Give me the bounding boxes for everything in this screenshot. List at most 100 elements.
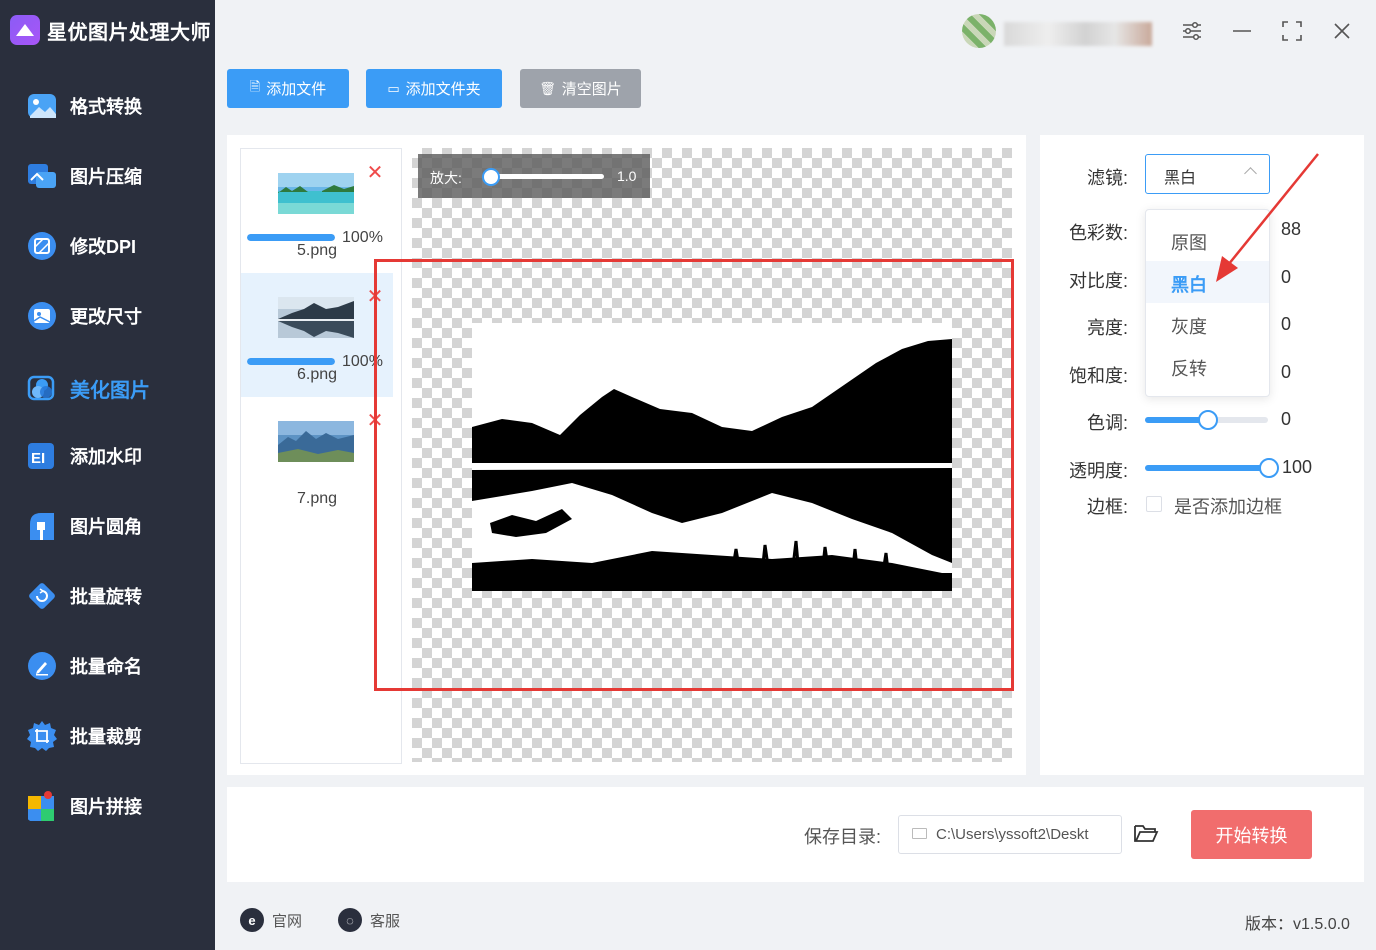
open-folder-icon[interactable]	[1133, 822, 1159, 844]
progress-bar	[247, 234, 335, 241]
nav-item-resize[interactable]: 更改尺寸	[0, 288, 215, 344]
start-convert-button[interactable]: 开始转换	[1191, 810, 1312, 859]
nav-item-compress[interactable]: 图片压缩	[0, 148, 215, 204]
border-checkbox-label: 是否添加边框	[1174, 493, 1282, 519]
settings-sliders-icon[interactable]	[1178, 17, 1206, 45]
image-convert-icon	[26, 90, 58, 122]
folder-icon: ▭	[387, 81, 399, 97]
save-directory-label: 保存目录:	[804, 823, 881, 849]
file-item[interactable]: ✕ 7.png	[241, 397, 393, 521]
ie-icon: e	[240, 908, 264, 932]
file-name: 6.png	[241, 366, 393, 384]
nav-label: 批量命名	[70, 653, 142, 679]
crop-icon	[26, 720, 58, 752]
rotate-icon	[26, 580, 58, 612]
zoom-label: 放大:	[430, 168, 462, 188]
file-thumbnail	[278, 297, 354, 338]
nav-item-format-convert[interactable]: 格式转换	[0, 78, 215, 134]
hue-slider-thumb[interactable]	[1198, 410, 1218, 430]
brightness-label: 亮度:	[1087, 314, 1128, 340]
file-item-selected[interactable]: ✕ 100% 6.png	[241, 273, 393, 397]
nav-item-rotate[interactable]: 批量旋转	[0, 568, 215, 624]
website-label: 官网	[272, 910, 302, 931]
app-title-text: 星优图片处理大师	[47, 16, 211, 45]
nav-label: 批量旋转	[70, 583, 142, 609]
zoom-slider-thumb[interactable]	[482, 168, 500, 186]
rename-icon	[26, 650, 58, 682]
resize-icon	[26, 300, 58, 332]
nav-label: 美化图片	[70, 374, 150, 403]
compress-icon	[26, 160, 58, 192]
border-checkbox[interactable]	[1146, 496, 1162, 512]
border-label: 边框:	[1087, 493, 1128, 519]
file-thumbnail	[278, 421, 354, 462]
chat-icon: ◌	[338, 908, 362, 932]
opacity-value: 100	[1282, 457, 1312, 478]
app-title: 星优图片处理大师	[10, 14, 211, 46]
nav-label: 图片圆角	[70, 513, 142, 539]
nav-label: 修改DPI	[70, 233, 136, 259]
opacity-slider-fill	[1145, 465, 1268, 471]
nav-label: 图片拼接	[70, 793, 142, 819]
color-count-label: 色彩数:	[1069, 219, 1128, 245]
svg-text:EI: EI	[31, 450, 45, 467]
nav-label: 批量裁剪	[70, 723, 142, 749]
clear-images-label: 清空图片	[562, 78, 622, 99]
maximize-icon[interactable]	[1278, 17, 1306, 45]
progress-fill	[247, 358, 335, 365]
nav-label: 更改尺寸	[70, 303, 142, 329]
round-corner-icon	[26, 510, 58, 542]
beautify-icon	[26, 372, 58, 404]
minimize-icon[interactable]	[1228, 17, 1256, 45]
filter-option-invert[interactable]: 反转	[1146, 345, 1269, 387]
progress-fill	[247, 234, 335, 241]
progress-bar	[247, 358, 335, 365]
add-folder-button[interactable]: ▭添加文件夹	[366, 69, 502, 108]
nav-item-dpi[interactable]: 修改DPI	[0, 218, 215, 274]
file-item[interactable]: ✕ 100% 5.png	[241, 149, 393, 273]
hue-value: 0	[1281, 409, 1291, 430]
hue-slider[interactable]	[1145, 417, 1268, 423]
annotation-highlight-box	[374, 259, 1014, 691]
puzzle-icon	[26, 790, 58, 822]
user-avatar[interactable]	[962, 14, 996, 48]
delete-file-icon[interactable]: ✕	[365, 163, 385, 183]
app-logo-icon	[10, 15, 40, 45]
nav-item-beautify[interactable]: 美化图片	[0, 360, 215, 416]
annotation-arrow-icon	[1200, 140, 1340, 300]
opacity-slider[interactable]	[1145, 465, 1268, 471]
nav-item-crop[interactable]: 批量裁剪	[0, 708, 215, 764]
zoom-value: 1.0	[617, 168, 636, 184]
contrast-label: 对比度:	[1069, 267, 1128, 293]
hue-label: 色调:	[1087, 409, 1128, 435]
add-file-button[interactable]: 🗎添加文件	[227, 69, 349, 108]
opacity-label: 透明度:	[1069, 457, 1128, 483]
zoom-control: 放大: 1.0	[418, 154, 650, 198]
support-label: 客服	[370, 910, 400, 931]
clear-images-button[interactable]: 🗑 清空图片	[520, 69, 641, 108]
nav-label: 图片压缩	[70, 163, 142, 189]
nav-label: 添加水印	[70, 443, 142, 469]
saturation-value: 0	[1281, 362, 1291, 383]
nav-item-watermark[interactable]: EI 添加水印	[0, 428, 215, 484]
close-icon[interactable]	[1328, 17, 1356, 45]
watermark-icon: EI	[26, 440, 58, 472]
nav-label: 格式转换	[70, 93, 142, 119]
nav-item-round-corner[interactable]: 图片圆角	[0, 498, 215, 554]
trash-icon: 🗑	[539, 81, 556, 97]
save-path-field[interactable]: C:\Users\yssoft2\Deskt	[898, 815, 1122, 854]
brightness-value: 0	[1281, 314, 1291, 335]
option-label: 反转	[1171, 355, 1207, 381]
user-name-blurred	[1004, 22, 1152, 46]
sidebar: 星优图片处理大师 格式转换 图片压缩 修改DPI 更改尺寸 美化图片 EI 添加…	[0, 0, 215, 950]
file-icon: 🗎	[250, 78, 260, 100]
website-link[interactable]: e 官网	[240, 907, 302, 933]
option-label: 灰度	[1171, 313, 1207, 339]
nav-item-puzzle[interactable]: 图片拼接	[0, 778, 215, 834]
nav-item-rename[interactable]: 批量命名	[0, 638, 215, 694]
filter-option-grayscale[interactable]: 灰度	[1146, 303, 1269, 345]
support-link[interactable]: ◌ 客服	[338, 907, 400, 933]
zoom-slider-track[interactable]	[486, 174, 604, 179]
file-name: 5.png	[241, 242, 393, 260]
opacity-slider-thumb[interactable]	[1259, 458, 1279, 478]
